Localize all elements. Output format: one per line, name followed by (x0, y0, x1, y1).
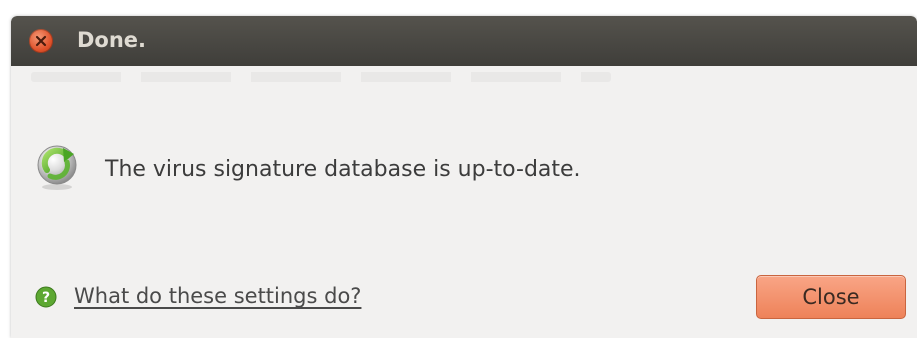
help-link[interactable]: What do these settings do? (74, 282, 361, 310)
window-title: Done. (77, 28, 147, 52)
title-bar[interactable]: Done. (11, 16, 917, 66)
svg-text:?: ? (42, 290, 50, 306)
status-message: The virus signature database is up-to-da… (105, 157, 581, 182)
close-button[interactable]: Close (756, 275, 906, 319)
dialog-window: Done. The virus signature database is up… (11, 16, 917, 338)
divider (31, 72, 611, 82)
window-close-icon[interactable] (29, 29, 53, 53)
help-icon: ? (35, 286, 57, 308)
refresh-check-icon (33, 140, 85, 192)
